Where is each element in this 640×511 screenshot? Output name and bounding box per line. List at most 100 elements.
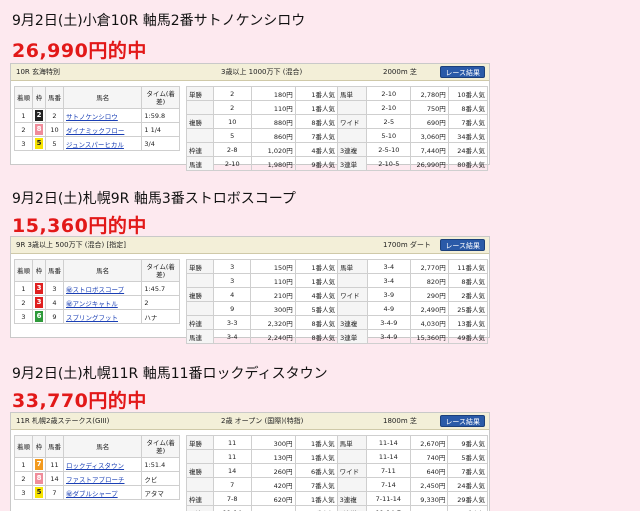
bet-type: 馬単	[336, 435, 367, 450]
payout-row: 単勝 3 150円 1番人気 馬単 3-4 2,770円 11番人気	[186, 259, 489, 274]
result-row: 3 5 7 ㊙ダブルシャープ アタマ	[14, 485, 180, 500]
horse-name-link[interactable]: ダイナミックフロー	[62, 122, 143, 137]
horse-number: 11	[45, 457, 64, 472]
waku-badge: 3	[35, 283, 43, 294]
popularity: 34番人気	[447, 128, 489, 143]
horse-name-link[interactable]: ファストアプローチ	[62, 471, 143, 486]
waku-cell: 3	[32, 295, 46, 310]
bet-type	[186, 301, 214, 316]
payout: 7,440円	[410, 142, 449, 157]
payout: 2,320円	[250, 315, 296, 330]
combination: 2	[212, 86, 252, 101]
combination: 4-9	[366, 301, 412, 316]
race-conditions: 2歳 オープン (国際)(特指)	[221, 417, 304, 425]
combination: 7-11	[365, 463, 411, 478]
bet-type: 単勝	[186, 259, 214, 274]
popularity: 4番人気	[294, 287, 339, 302]
popularity: 1番人気	[294, 435, 338, 450]
race-name: 9R 3歳以上 500万下 (混合) [指定]	[16, 241, 126, 249]
horse-number: 7	[45, 485, 64, 500]
payout-row: 複勝 4 210円 4番人気 ワイド 3-9 290円 2番人気	[186, 287, 489, 302]
bet-type: 枠連	[186, 315, 214, 330]
rank: 1	[14, 281, 33, 296]
horse-name-link[interactable]: ㊙ストロボスコープ	[62, 281, 143, 296]
bet-type: 単勝	[186, 435, 214, 450]
combination: 3-4	[366, 273, 412, 288]
race-result-button[interactable]: レース結果	[440, 66, 485, 78]
bet-type	[336, 449, 367, 464]
bet-type: 単勝	[186, 86, 214, 101]
combination: 4	[212, 287, 252, 302]
popularity: 8番人気	[294, 315, 339, 330]
waku-badge: 7	[35, 459, 43, 470]
rank: 2	[14, 471, 33, 486]
payout: 2,780円	[410, 86, 449, 101]
finish-time: 1:51.4	[141, 457, 180, 472]
horse-name-link[interactable]: スプリングフット	[62, 309, 143, 324]
horse-name-link[interactable]: サトノケンシロウ	[62, 108, 143, 123]
payout: 2,670円	[409, 435, 449, 450]
payout: 15,360円	[410, 329, 449, 344]
finish-time: 1:59.8	[141, 108, 180, 123]
payout: 740円	[409, 449, 449, 464]
header-rank: 着順	[14, 86, 33, 109]
combination: 3-4-9	[366, 329, 412, 344]
payout: 2,240円	[250, 329, 296, 344]
combination: 11-14	[365, 435, 411, 450]
horse-name-link[interactable]: ㊙アンジキャトル	[62, 295, 143, 310]
payout: 33,770円	[409, 505, 449, 511]
payout-row: 2 110円 1番人気 2-10 750円 8番人気	[186, 100, 489, 115]
combination: 11	[212, 435, 252, 450]
popularity: 7番人気	[294, 477, 338, 492]
race-distance: 2000m 芝	[383, 68, 417, 76]
header-time: タイム(着差)	[141, 435, 180, 458]
popularity: 1番人気	[294, 273, 339, 288]
result-row: 2 3 4 ㊙アンジキャトル 2	[14, 295, 180, 310]
popularity: 8番人気	[447, 273, 489, 288]
popularity: 25番人気	[447, 301, 489, 316]
popularity: 5番人気	[294, 505, 338, 511]
popularity: 8番人気	[294, 329, 339, 344]
payout-row: 馬連11-141,750円5番人気3連単11-14-733,770円102番人気	[186, 505, 488, 511]
waku-cell: 3	[32, 281, 46, 296]
horse-name-link[interactable]: ジュンスパーヒカル	[62, 136, 143, 151]
waku-badge: 8	[35, 473, 43, 484]
combination: 3-4	[366, 259, 412, 274]
race-result-button[interactable]: レース結果	[440, 415, 485, 427]
combination: 2-10	[212, 156, 252, 171]
horse-number: 14	[45, 471, 64, 486]
race-card: 11R 札幌2歳ステークス(GIII) 2歳 オープン (国際)(特指) 1800m…	[10, 412, 490, 511]
result-row: 1 7 11 ロックディスタウン 1:51.4	[14, 457, 180, 472]
payout: 260円	[250, 463, 296, 478]
race-result-button[interactable]: レース結果	[440, 239, 485, 251]
waku-cell: 6	[32, 309, 46, 324]
race-title: 9月2日(土)小倉10R 軸馬2番サトノケンシロウ	[12, 13, 306, 29]
combination: 11-14-7	[365, 505, 411, 511]
race-distance: 1700m ダート	[383, 241, 431, 249]
finish-time: クビ	[141, 471, 180, 486]
combination: 2	[212, 100, 252, 115]
payout-table: 単勝 2 180円 1番人気 馬単 2-10 2,780円 10番人気 2 110円 1番人気 2-1…	[186, 86, 489, 171]
header-num: 馬番	[45, 259, 64, 282]
payout: 300円	[250, 435, 296, 450]
payout: 2,770円	[410, 259, 449, 274]
finish-time: アタマ	[141, 485, 180, 500]
horse-name-link[interactable]: ㊙ダブルシャープ	[62, 485, 143, 500]
race-name: 11R 札幌2歳ステークス(GIII)	[16, 417, 110, 425]
combination: 9	[212, 301, 252, 316]
combination: 3-3	[212, 315, 252, 330]
waku-badge: 6	[35, 311, 43, 322]
horse-name-link[interactable]: ロックディスタウン	[62, 457, 143, 472]
waku-badge: 2	[35, 110, 43, 121]
payout-row: 11 130円 1番人気 11-14 740円 5番人気	[186, 449, 488, 464]
combination: 3-9	[366, 287, 412, 302]
payout-row: 複勝 14 260円 6番人気 ワイド 7-11 640円 7番人気	[186, 463, 488, 478]
payout: 150円	[250, 259, 296, 274]
payout: 690円	[410, 114, 449, 129]
payout: 290円	[410, 287, 449, 302]
popularity: 80番人気	[447, 156, 489, 171]
bet-type	[336, 477, 367, 492]
rank: 3	[14, 485, 33, 500]
race-header: 9R 3歳以上 500万下 (混合) [指定] 1700m ダート レース結果	[11, 237, 489, 254]
bet-type: 枠連	[186, 491, 214, 506]
